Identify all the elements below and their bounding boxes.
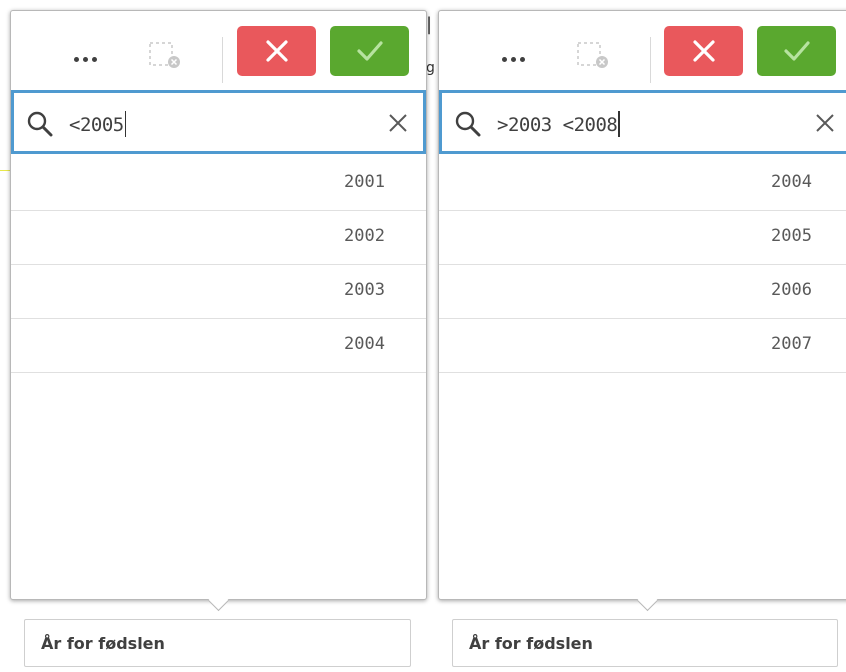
search-icon xyxy=(455,111,481,137)
list-item-value: 2006 xyxy=(771,280,812,300)
text-caret xyxy=(124,111,127,137)
list-item[interactable]: 2007 xyxy=(439,319,846,373)
search-icon xyxy=(27,111,53,137)
clear-selections-button[interactable] xyxy=(575,41,615,81)
field-label-button[interactable]: År for fødslen xyxy=(24,619,411,667)
field-label-button[interactable]: År for fødslen xyxy=(452,619,838,667)
cancel-selection-button[interactable] xyxy=(664,26,743,76)
toolbar-separator xyxy=(222,37,223,83)
toolbar-separator xyxy=(650,37,651,83)
list-item-value: 2005 xyxy=(771,226,812,246)
list-item[interactable]: 2002 xyxy=(11,211,426,265)
more-button[interactable] xyxy=(493,39,533,79)
value-list: 2004 2005 2006 2007 xyxy=(439,157,846,373)
text-caret xyxy=(618,111,620,137)
list-item[interactable]: 2006 xyxy=(439,265,846,319)
list-item[interactable]: 2004 xyxy=(439,157,846,211)
search-box[interactable]: <2005 xyxy=(11,90,426,154)
more-icon xyxy=(73,56,79,62)
confirm-selection-button[interactable] xyxy=(757,26,836,76)
cancel-selection-button[interactable] xyxy=(237,26,316,76)
search-input-value[interactable]: <2005 xyxy=(69,114,124,136)
list-item-value: 2002 xyxy=(344,226,385,246)
close-icon xyxy=(265,40,288,62)
search-input-value[interactable]: >2003 <2008 xyxy=(497,114,618,136)
search-box[interactable]: >2003 <2008 xyxy=(439,90,846,154)
check-icon xyxy=(783,41,810,61)
value-list: 2001 2002 2003 2004 xyxy=(11,157,426,373)
listbox-panel-right: >2003 <2008 2004 2005 2006 2007 xyxy=(438,10,846,600)
clear-search-icon[interactable] xyxy=(387,112,409,134)
list-item[interactable]: 2001 xyxy=(11,157,426,211)
list-item[interactable]: 2004 xyxy=(11,319,426,373)
listbox-panel-left: <2005 2001 2002 2003 2004 xyxy=(10,10,427,600)
list-item-value: 2003 xyxy=(344,280,385,300)
more-button[interactable] xyxy=(65,39,105,79)
list-item-value: 2007 xyxy=(771,334,812,354)
clear-selections-button[interactable] xyxy=(147,41,187,81)
close-icon xyxy=(692,40,715,62)
more-icon xyxy=(501,56,507,62)
confirm-selection-button[interactable] xyxy=(330,26,409,76)
list-item-value: 2004 xyxy=(771,172,812,192)
list-item-value: 2004 xyxy=(344,334,385,354)
check-icon xyxy=(356,41,383,61)
selection-toolbar xyxy=(439,11,846,89)
clear-selections-icon xyxy=(577,42,608,68)
background-fragment: g xyxy=(426,60,435,76)
clear-selections-icon xyxy=(149,42,180,68)
list-item-value: 2001 xyxy=(344,172,385,192)
clear-search-icon[interactable] xyxy=(814,112,836,134)
list-item[interactable]: 2003 xyxy=(11,265,426,319)
list-item[interactable]: 2005 xyxy=(439,211,846,265)
selection-toolbar xyxy=(11,11,426,89)
